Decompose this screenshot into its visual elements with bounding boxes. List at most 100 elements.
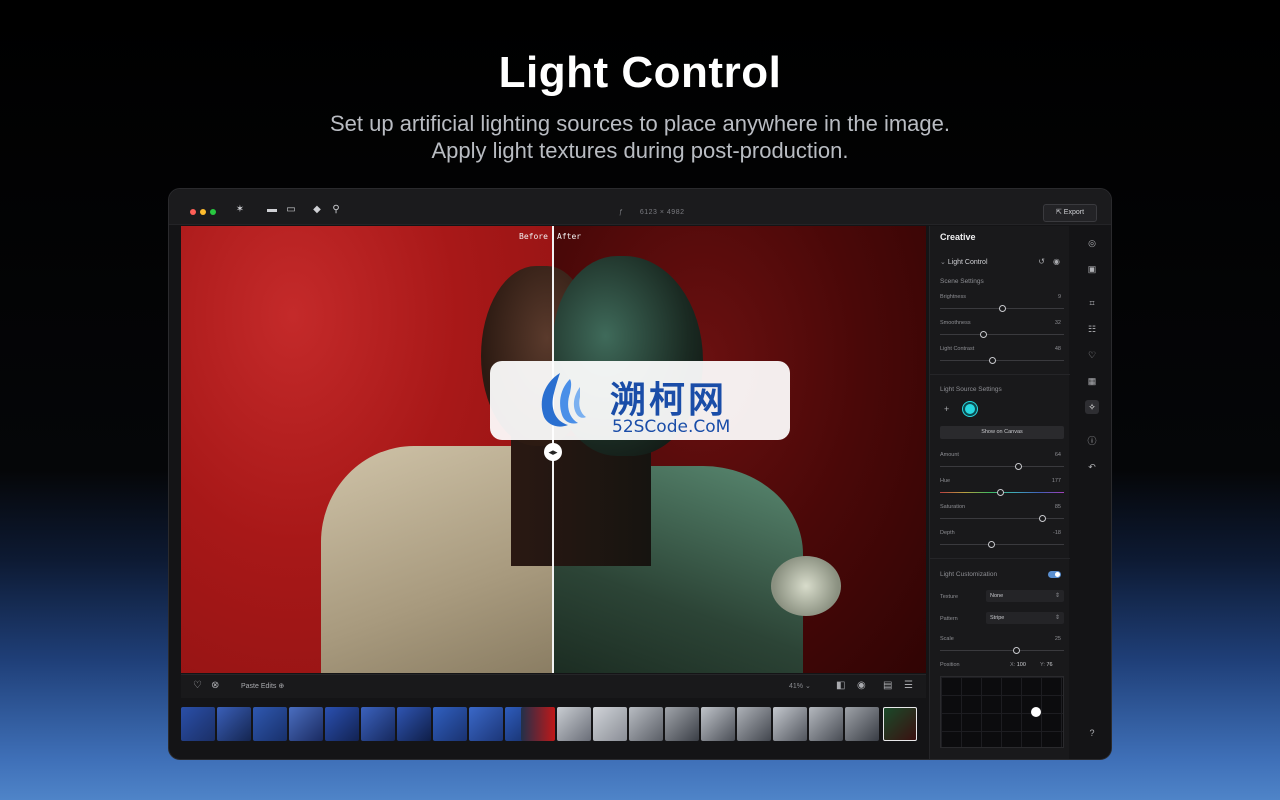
paste-edits-button[interactable]: Paste Edits ⊕ [241, 682, 284, 690]
close-window-button[interactable] [190, 209, 196, 215]
divider [930, 374, 1070, 375]
scale-slider[interactable] [940, 647, 1064, 654]
saturation-slider[interactable] [940, 515, 1064, 522]
brightness-label: Brightness [940, 294, 966, 300]
film-thumbnail[interactable] [469, 707, 503, 741]
position-label: Position [940, 662, 960, 668]
crop-icon[interactable]: ⌗ [1085, 296, 1099, 310]
help-icon[interactable]: ? [1085, 726, 1099, 740]
right-tool-rail: ◎ ▣ ⌗ ☷ ♡ ▦ ✧ ⓘ ↶ ? [1071, 226, 1111, 759]
sparkle-icon[interactable]: ✶ [233, 203, 247, 217]
creative-icon[interactable]: ✧ [1085, 400, 1099, 414]
texture-select[interactable]: None ⇕ [986, 590, 1064, 602]
image-dimensions: ƒ 6123 × 4982 [619, 209, 685, 216]
depth-label: Depth [940, 530, 955, 536]
gallery-icon[interactable]: ▭ [284, 203, 298, 217]
grid-icon[interactable]: ▦ [1085, 374, 1099, 388]
film-thumbnail[interactable] [253, 707, 287, 741]
export-icon: ⇱ [1055, 209, 1064, 216]
brightness-value: 9 [1057, 294, 1061, 300]
zoom-select[interactable]: 41% ⌄ [789, 682, 811, 690]
histogram-icon[interactable]: ▤ [883, 680, 892, 691]
light-contrast-value: 48 [1054, 346, 1061, 352]
brightness-knob[interactable] [998, 305, 1006, 312]
film-thumbnail[interactable] [181, 707, 215, 741]
light-customization-toggle[interactable] [1048, 571, 1061, 578]
reject-icon[interactable]: ⊗ [211, 680, 219, 691]
zoom-window-button[interactable] [210, 209, 216, 215]
export-button[interactable]: ⇱ Export [1043, 204, 1097, 222]
portrait-icon[interactable]: ♡ [1085, 348, 1099, 362]
light-contrast-slider[interactable] [940, 357, 1064, 364]
layers-icon[interactable]: ◎ [1085, 236, 1099, 250]
saturation-knob[interactable] [1039, 515, 1047, 522]
film-thumbnail[interactable] [557, 707, 591, 741]
hue-value: 177 [1051, 478, 1061, 484]
film-thumbnail[interactable] [289, 707, 323, 741]
texture-label: Texture [940, 594, 959, 600]
folder-icon[interactable]: ▬ [265, 203, 279, 217]
position-x[interactable]: X: 100 [1010, 662, 1026, 668]
light-contrast-knob[interactable] [989, 357, 997, 364]
film-thumbnail[interactable] [521, 707, 555, 741]
hero-subtitle: Set up artificial lighting sources to pl… [0, 110, 1280, 164]
add-light-source-button[interactable]: + [944, 404, 949, 414]
hue-knob[interactable] [997, 489, 1005, 496]
film-thumbnail[interactable] [629, 707, 663, 741]
saturation-label: Saturation [940, 504, 966, 510]
search-icon[interactable]: ⚲ [329, 203, 343, 217]
film-thumbnail[interactable] [701, 707, 735, 741]
watermark-wing-logo [541, 373, 586, 427]
app-window: ✶ ▬ ▭ ◆ ⚲ ƒ 6123 × 4982 ⇱ Export ◂▸ Befo… [168, 188, 1112, 760]
visibility-eye-icon[interactable]: ◉ [1053, 257, 1060, 266]
info-icon[interactable]: ⓘ [1085, 434, 1099, 448]
heart-icon[interactable]: ♡ [193, 680, 202, 691]
adjust-icon[interactable]: ☷ [1085, 322, 1099, 336]
hue-slider[interactable] [940, 489, 1064, 496]
scale-label: Scale [940, 636, 954, 642]
film-thumbnail[interactable] [593, 707, 627, 741]
eraser-icon[interactable]: ◆ [310, 203, 324, 217]
film-thumbnail[interactable] [665, 707, 699, 741]
flower [771, 556, 841, 616]
compare-view-icon[interactable]: ◧ [836, 680, 845, 691]
amount-slider[interactable] [940, 463, 1064, 470]
position-handle[interactable] [1031, 707, 1041, 717]
position-pad[interactable] [940, 676, 1064, 748]
film-thumbnail[interactable] [361, 707, 395, 741]
reset-icon[interactable]: ↺ [1038, 257, 1045, 266]
film-thumbnail[interactable] [773, 707, 807, 741]
film-thumbnail[interactable] [809, 707, 843, 741]
titlebar: ✶ ▬ ▭ ◆ ⚲ ƒ 6123 × 4982 ⇱ Export [169, 189, 1111, 225]
position-y[interactable]: Y: 76 [1040, 662, 1053, 668]
select-icon[interactable]: ▣ [1085, 262, 1099, 276]
depth-knob[interactable] [987, 541, 995, 548]
film-thumbnail[interactable] [845, 707, 879, 741]
light-source-swatch[interactable] [963, 402, 977, 416]
minimize-window-button[interactable] [200, 209, 206, 215]
film-thumbnail[interactable] [737, 707, 771, 741]
amount-knob[interactable] [1014, 463, 1022, 470]
show-on-canvas-button[interactable]: Show on Canvas [940, 426, 1064, 439]
compare-handle[interactable]: ◂▸ [544, 443, 562, 461]
film-thumbnail[interactable] [397, 707, 431, 741]
film-thumbnail-selected[interactable] [883, 707, 917, 741]
light-control-header[interactable]: ⌄ Light Control [940, 258, 988, 266]
depth-slider[interactable] [940, 541, 1064, 548]
smoothness-knob[interactable] [979, 331, 987, 338]
info-icon: ƒ [619, 209, 624, 216]
hero-subtitle-line2: Apply light textures during post-product… [431, 138, 849, 163]
divider [930, 558, 1070, 559]
scale-knob[interactable] [1012, 647, 1020, 654]
history-icon[interactable]: ↶ [1085, 460, 1099, 474]
list-icon[interactable]: ☰ [904, 680, 913, 691]
film-thumbnail[interactable] [433, 707, 467, 741]
brightness-slider[interactable] [940, 305, 1064, 312]
film-thumbnail[interactable] [217, 707, 251, 741]
eye-icon[interactable]: ◉ [857, 680, 866, 691]
smoothness-slider[interactable] [940, 331, 1064, 338]
film-thumbnail[interactable] [325, 707, 359, 741]
image-canvas[interactable]: ◂▸ Before After [181, 226, 926, 673]
pattern-select[interactable]: Stripe ⇕ [986, 612, 1064, 624]
panel-title: Creative [940, 232, 976, 242]
